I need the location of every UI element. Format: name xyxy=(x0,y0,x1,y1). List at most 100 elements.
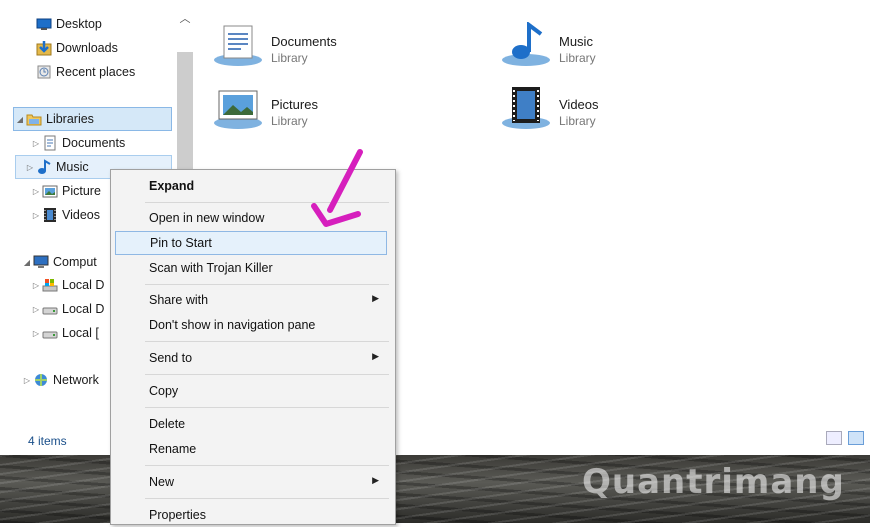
expand-arrow-icon: ▷ xyxy=(32,328,40,338)
pictures-library-icon xyxy=(213,85,263,133)
expand-arrow-icon: ▷ xyxy=(32,138,40,148)
expand-arrow-icon: ▷ xyxy=(23,375,31,385)
nav-item-label: Music xyxy=(56,160,89,174)
collapse-arrow-icon: ◢ xyxy=(16,114,24,124)
menu-item-label: Send to xyxy=(149,351,193,365)
collapse-arrow-icon: ◢ xyxy=(23,257,31,267)
menu-separator xyxy=(145,341,389,342)
expand-arrow-icon: ▷ xyxy=(32,280,40,290)
menu-item-share-with[interactable]: Share with ▶ xyxy=(115,288,387,312)
library-tile-documents[interactable]: Documents Library xyxy=(213,22,443,70)
nav-item-label: Network xyxy=(53,373,99,387)
nav-item-recent-places[interactable]: Recent places xyxy=(24,61,135,83)
downloads-icon xyxy=(36,40,52,56)
drive-c-icon xyxy=(42,277,58,293)
library-tile-videos[interactable]: Videos Library xyxy=(501,85,731,133)
drive-icon xyxy=(42,325,58,341)
annotation-arrow-icon xyxy=(311,149,363,227)
submenu-arrow-icon: ▶ xyxy=(372,351,379,361)
videos-library-icon xyxy=(501,85,551,133)
menu-item-label: New xyxy=(149,475,175,489)
nav-item-desktop[interactable]: Desktop xyxy=(24,13,102,35)
menu-separator xyxy=(145,407,389,408)
menu-separator xyxy=(145,498,389,499)
menu-item-label: Delete xyxy=(149,417,186,431)
menu-item-new[interactable]: New ▶ xyxy=(115,470,387,494)
tile-name: Pictures xyxy=(271,97,318,112)
nav-item-libraries[interactable]: ◢ Libraries xyxy=(13,107,172,131)
view-switcher xyxy=(826,431,864,445)
menu-separator xyxy=(145,465,389,466)
menu-separator xyxy=(145,374,389,375)
menu-item-label: Share with xyxy=(149,293,209,307)
computer-icon xyxy=(33,254,49,270)
nav-item-pictures[interactable]: ▷ Picture xyxy=(30,180,101,202)
menu-item-properties[interactable]: Properties xyxy=(115,503,387,527)
nav-item-label: Desktop xyxy=(56,17,102,31)
nav-item-downloads[interactable]: Downloads xyxy=(24,37,118,59)
documents-icon xyxy=(42,135,58,151)
tile-type: Library xyxy=(271,51,308,65)
menu-item-rename[interactable]: Rename xyxy=(115,437,387,461)
expand-arrow-icon: ▷ xyxy=(32,304,40,314)
nav-item-documents[interactable]: ▷ Documents xyxy=(30,132,125,154)
menu-item-label: Scan with Trojan Killer xyxy=(149,261,273,275)
menu-item-delete[interactable]: Delete xyxy=(115,412,387,436)
menu-item-label: Rename xyxy=(149,442,197,456)
nav-item-label: Videos xyxy=(62,208,100,222)
expand-arrow-icon: ▷ xyxy=(32,210,40,220)
menu-separator xyxy=(145,284,389,285)
menu-item-send-to[interactable]: Send to ▶ xyxy=(115,346,387,370)
tile-name: Documents xyxy=(271,34,337,49)
nav-item-label: Recent places xyxy=(56,65,136,79)
nav-item-label: Local D xyxy=(62,278,105,292)
tile-type: Library xyxy=(271,114,308,128)
nav-item-local-disk-d[interactable]: ▷ Local D xyxy=(30,298,104,320)
submenu-arrow-icon: ▶ xyxy=(372,293,379,303)
menu-item-label: Open in new window xyxy=(149,211,265,225)
desktop-icon xyxy=(36,16,52,32)
tile-type: Library xyxy=(559,51,596,65)
expand-arrow-icon: ▷ xyxy=(32,186,40,196)
menu-item-copy[interactable]: Copy xyxy=(115,379,387,403)
nav-item-local-disk-e[interactable]: ▷ Local [ xyxy=(30,322,99,344)
documents-library-icon xyxy=(213,22,263,70)
nav-item-network[interactable]: ▷ Network xyxy=(21,369,99,391)
menu-item-label: Expand xyxy=(149,179,195,193)
nav-item-label: Local D xyxy=(62,302,105,316)
nav-item-label: Local [ xyxy=(62,326,99,340)
tile-name: Music xyxy=(559,34,593,49)
watermark: Quantrimang xyxy=(582,462,845,502)
nav-item-label: Libraries xyxy=(46,112,94,126)
music-library-icon xyxy=(501,21,551,70)
details-view-icon[interactable] xyxy=(826,431,842,445)
submenu-arrow-icon: ▶ xyxy=(372,475,379,485)
menu-item-label: Don't show in navigation pane xyxy=(149,318,316,332)
menu-item-pin-to-start[interactable]: Pin to Start xyxy=(115,231,387,255)
menu-item-label: Copy xyxy=(149,384,179,398)
recent-places-icon xyxy=(36,64,52,80)
menu-item-label: Properties xyxy=(149,508,206,522)
scroll-up-icon[interactable]: ︿ xyxy=(178,10,192,25)
menu-item-dont-show-in-nav[interactable]: Don't show in navigation pane xyxy=(115,313,387,337)
menu-item-label: Pin to Start xyxy=(150,236,212,250)
status-item-count: 4 items xyxy=(28,434,67,448)
library-tile-pictures[interactable]: Pictures Library xyxy=(213,85,443,133)
nav-item-label: Comput xyxy=(53,255,97,269)
nav-item-label: Documents xyxy=(62,136,126,150)
network-icon xyxy=(33,372,49,388)
tile-name: Videos xyxy=(559,97,599,112)
libraries-icon xyxy=(26,111,42,127)
nav-item-local-disk-c[interactable]: ▷ Local D xyxy=(30,274,104,296)
large-icons-view-icon[interactable] xyxy=(848,431,864,445)
tile-type: Library xyxy=(559,114,596,128)
nav-item-label: Downloads xyxy=(56,41,118,55)
drive-icon xyxy=(42,301,58,317)
menu-item-scan-trojan-killer[interactable]: Scan with Trojan Killer xyxy=(115,256,387,280)
nav-item-videos[interactable]: ▷ Videos xyxy=(30,204,100,226)
nav-item-label: Picture xyxy=(62,184,101,198)
library-tile-music[interactable]: Music Library xyxy=(501,21,731,70)
music-icon xyxy=(36,159,52,175)
videos-icon xyxy=(42,207,58,223)
nav-item-computer[interactable]: ◢ Comput xyxy=(21,251,97,273)
